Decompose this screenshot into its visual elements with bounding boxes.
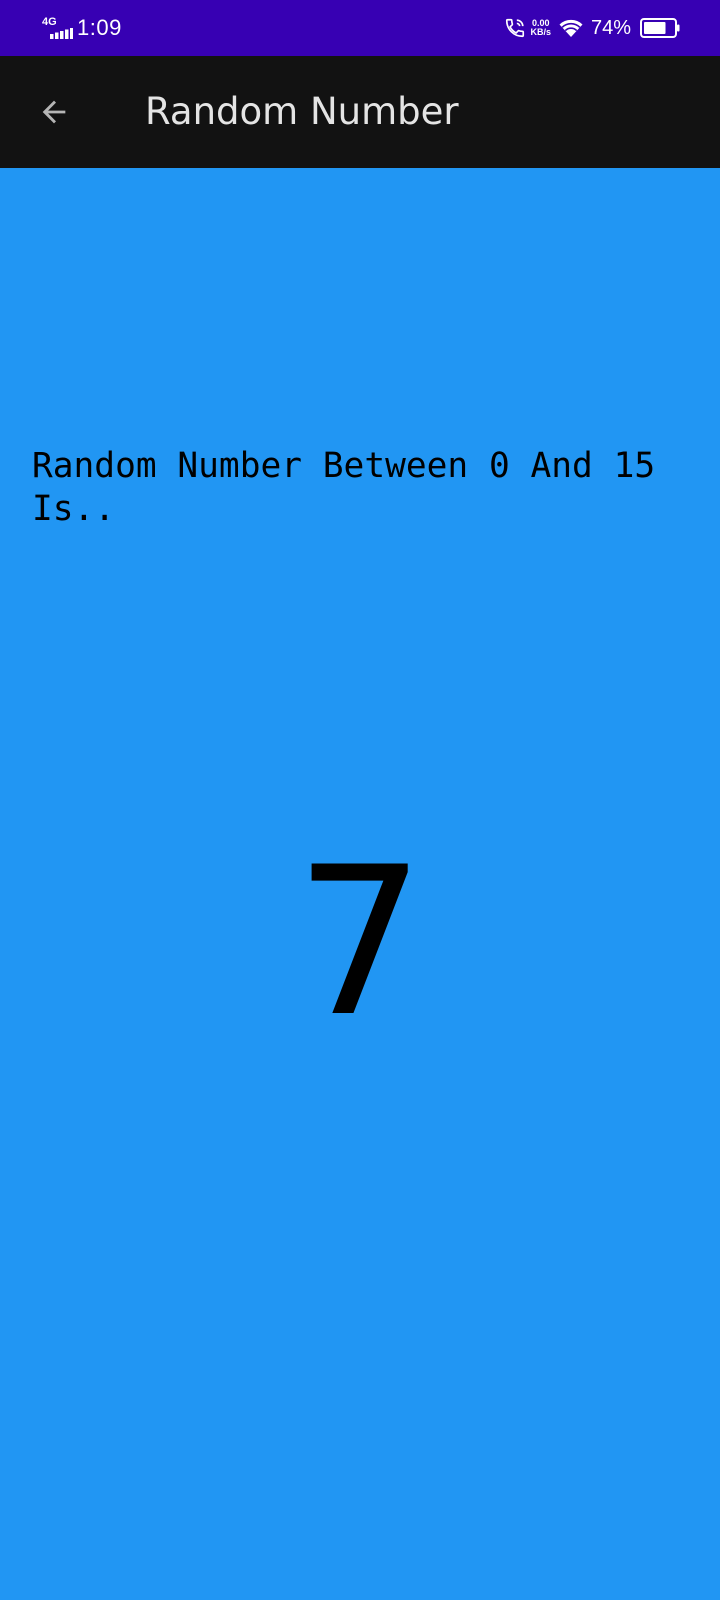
status-bar: 4G 1:09 0.00 KB/s 74%	[0, 0, 720, 56]
call-icon	[506, 18, 525, 38]
status-bar-left: 4G 1:09	[40, 12, 122, 44]
battery-percent: 74%	[590, 17, 631, 39]
network-type-label: 4G	[42, 16, 57, 28]
app-bar: Random Number	[0, 56, 720, 168]
status-bar-right: 0.00 KB/s 74%	[504, 12, 680, 44]
back-button[interactable]	[32, 90, 76, 134]
prompt-text: Random Number Between 0 And 15 Is..	[32, 446, 656, 529]
data-speed-indicator: 0.00 KB/s	[530, 19, 551, 37]
wifi-icon	[559, 19, 583, 37]
clock: 1:09	[77, 15, 122, 40]
arrow-back-icon	[42, 100, 66, 124]
app-bar-title: Random Number	[145, 90, 459, 133]
network-indicator: 4G	[40, 14, 73, 42]
random-number-result: 7	[294, 824, 426, 1062]
battery-icon	[640, 18, 680, 38]
data-speed-unit: KB/s	[530, 27, 551, 37]
signal-icon	[50, 28, 73, 39]
main-content: Random Number Between 0 And 15 Is.. 7	[0, 168, 720, 1600]
